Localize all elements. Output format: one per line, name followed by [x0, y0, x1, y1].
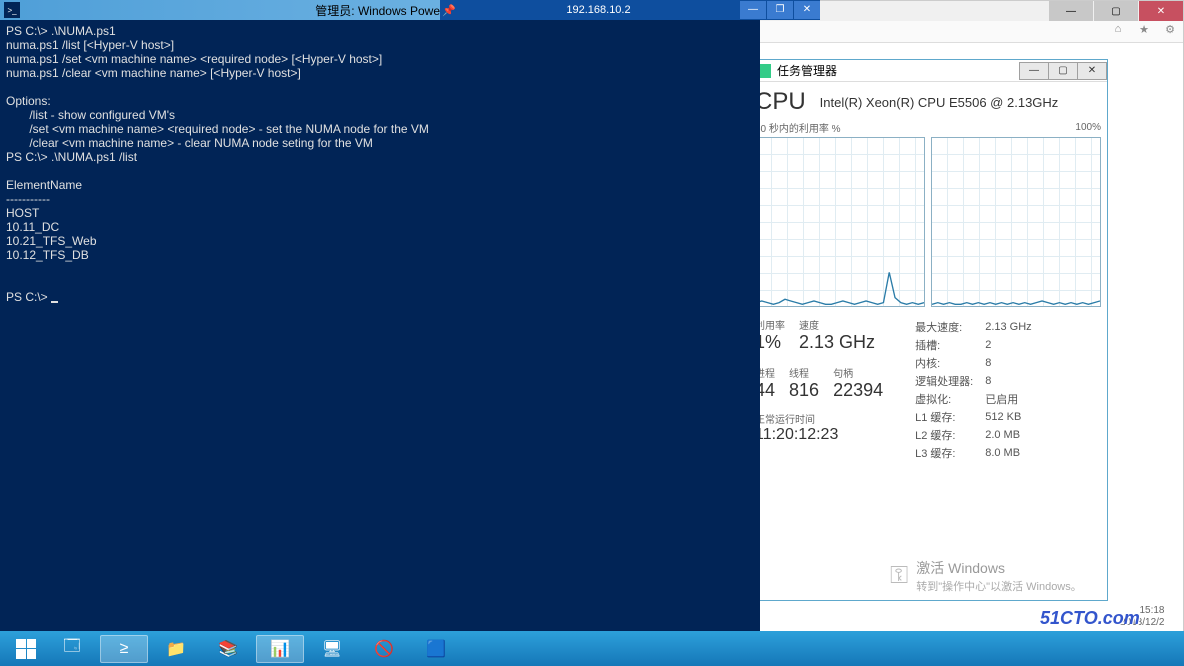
tm-minimize-button[interactable]: — [1019, 62, 1049, 80]
tm-close-button[interactable]: ✕ [1077, 62, 1107, 80]
detail-value: 512 KB [985, 409, 1031, 425]
stat-value: 2.13 GHz [799, 332, 875, 353]
outer-close-button[interactable]: ✕ [1139, 1, 1183, 21]
task-manager-titlebar[interactable]: 任务管理器 — ▢ ✕ [749, 60, 1107, 82]
rdp-connection-bar[interactable]: 📌 192.168.10.2 — ❐ ✕ [440, 0, 820, 20]
detail-label: 最大速度: [915, 319, 983, 335]
stat-value: 816 [789, 380, 819, 401]
detail-label: L1 缓存: [915, 409, 983, 425]
outer-minimize-button[interactable]: — [1049, 1, 1093, 21]
powershell-terminal[interactable]: PS C:\> .\NUMA.ps1 numa.ps1 /list [<Hype… [0, 20, 760, 631]
cpu-chart-0 [755, 137, 925, 307]
cpu-chart-1 [931, 137, 1101, 307]
favorite-icon[interactable]: ★ [1135, 23, 1153, 41]
watermark-logo: 51CTO.com [1040, 608, 1140, 629]
detail-label: 虚拟化: [915, 391, 983, 407]
rdp-minimize-button[interactable]: — [740, 1, 766, 19]
task-manager-title: 任务管理器 [777, 62, 1020, 79]
chart-right-label: 100% [1075, 122, 1101, 133]
home-icon[interactable]: ⌂ [1109, 23, 1127, 41]
taskbar-hyperv[interactable]: 🖥 [308, 635, 356, 663]
detail-value: 8 [985, 355, 1031, 371]
taskbar-app[interactable]: 🟦 [412, 635, 460, 663]
taskbar-library[interactable]: 📚 [204, 635, 252, 663]
detail-value: 已启用 [985, 391, 1031, 407]
powershell-output: PS C:\> .\NUMA.ps1 numa.ps1 /list [<Hype… [6, 24, 429, 304]
stat-label: 句柄 [833, 365, 883, 380]
activate-title: 激活 Windows [916, 558, 1082, 578]
detail-value: 8 [985, 373, 1031, 389]
detail-label: 逻辑处理器: [915, 373, 983, 389]
start-button[interactable] [4, 635, 48, 663]
windows-activation-notice: ⚿ 激活 Windows 转到"操作中心"以激活 Windows。 [890, 558, 1082, 594]
stat-label: 速度 [799, 317, 875, 332]
uptime-value: 11:20:12:23 [755, 426, 883, 444]
settings-icon[interactable]: ⚙ [1161, 23, 1179, 41]
detail-label: 插槽: [915, 337, 983, 353]
detail-label: L3 缓存: [915, 445, 983, 461]
detail-value: 8.0 MB [985, 445, 1031, 461]
detail-label: 内核: [915, 355, 983, 371]
activate-subtitle: 转到"操作中心"以激活 Windows。 [916, 578, 1082, 594]
powershell-icon: >_ [4, 2, 20, 18]
outer-maximize-button[interactable]: ▢ [1094, 1, 1138, 21]
taskbar-deny-icon[interactable]: 🚫 [360, 635, 408, 663]
key-icon: ⚿ [890, 562, 908, 590]
uptime-label: 正常运行时间 [755, 411, 883, 426]
cursor-icon [51, 301, 58, 303]
rdp-address: 192.168.10.2 [458, 4, 739, 16]
detail-value: 2.0 MB [985, 427, 1031, 443]
taskbar-server-manager[interactable]: 🗔 [48, 635, 96, 663]
detail-value: 2.13 GHz [985, 319, 1031, 335]
taskbar-task-manager[interactable]: 📊 [256, 635, 304, 663]
detail-label: L2 缓存: [915, 427, 983, 443]
chart-left-label: 50 秒内的利用率 % [755, 120, 841, 135]
cpu-model-label: Intel(R) Xeon(R) CPU E5506 @ 2.13GHz [820, 95, 1059, 110]
powershell-window: >_ 管理员: Windows PowerShell PS C:\> .\NUM… [0, 0, 760, 631]
taskbar[interactable]: 🗔 ≥ 📁 📚 📊 🖥 🚫 🟦 [0, 631, 1184, 666]
task-manager-window: 任务管理器 — ▢ ✕ CPU Intel(R) Xeon(R) CPU E55… [748, 59, 1108, 601]
stat-label: 线程 [789, 365, 819, 380]
tm-maximize-button[interactable]: ▢ [1048, 62, 1078, 80]
cpu-heading: CPU [755, 88, 806, 116]
stat-value: 22394 [833, 380, 883, 401]
taskbar-explorer[interactable]: 📁 [152, 635, 200, 663]
pin-icon[interactable]: 📌 [440, 4, 458, 17]
detail-value: 2 [985, 337, 1031, 353]
rdp-restore-button[interactable]: ❐ [767, 1, 793, 19]
taskbar-powershell[interactable]: ≥ [100, 635, 148, 663]
rdp-close-button[interactable]: ✕ [794, 1, 820, 19]
